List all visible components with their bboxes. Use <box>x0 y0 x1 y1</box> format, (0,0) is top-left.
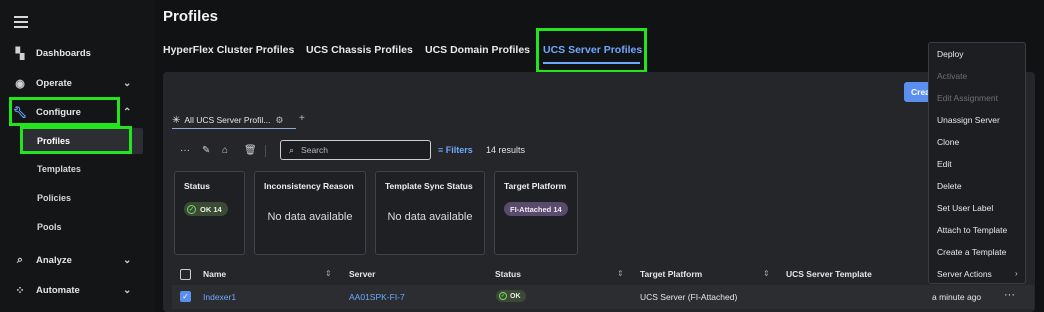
menu-item-clone[interactable]: Clone <box>937 137 959 147</box>
column-header-target-platform[interactable]: Target Platform <box>640 269 702 279</box>
status-badge: ✓ OK <box>496 290 526 302</box>
filters-button[interactable]: ≡ Filters <box>438 145 473 155</box>
row-actions-dropdown: Deploy Activate Edit Assignment Unassign… <box>928 42 1026 284</box>
sidebar-subitem-label: Policies <box>37 193 72 203</box>
menu-item-edit-assignment: Edit Assignment <box>937 93 998 103</box>
view-tab-indicator <box>172 128 296 129</box>
sidebar-subitem-label: Templates <box>37 164 81 174</box>
target-platform-cell: UCS Server (FI-Attached) <box>640 292 738 302</box>
row-checkbox[interactable]: ✓ <box>180 291 191 302</box>
filter-icon: ≡ <box>438 145 446 155</box>
inconsistency-reason-card: Inconsistency Reason No data available <box>254 171 366 255</box>
template-sync-status-card: Template Sync Status No data available <box>375 171 485 255</box>
chevron-down-icon: ⌄ <box>123 254 132 266</box>
automate-icon: ⁘ <box>15 284 25 297</box>
sidebar-item-dashboards[interactable]: ▚ Dashboards <box>0 39 150 67</box>
search-input[interactable]: ⌕ Search <box>280 140 431 160</box>
table-row[interactable] <box>172 285 1034 309</box>
check-circle-icon: ✓ <box>499 292 507 300</box>
no-data-text: No data available <box>267 211 353 223</box>
sidebar-item-label: Operate <box>36 77 72 89</box>
column-header-status[interactable]: Status <box>495 269 521 279</box>
column-header-name[interactable]: Name <box>203 269 226 279</box>
badge-label: OK 14 <box>200 204 222 214</box>
card-title: Status <box>184 181 210 191</box>
page-title: Profiles <box>163 8 219 25</box>
tab-ucs-domain-profiles[interactable]: UCS Domain Profiles <box>425 44 530 56</box>
sidebar-subitem-label: Pools <box>37 222 62 232</box>
chevron-down-icon: ⌄ <box>123 284 132 296</box>
analyze-icon: ⌕ <box>16 253 24 266</box>
menu-item-attach-to-template[interactable]: Attach to Template <box>937 225 1007 235</box>
menu-item-deploy[interactable]: Deploy <box>937 49 963 59</box>
sidebar-item-label: Analyze <box>36 254 72 266</box>
chevron-right-icon: › <box>1015 269 1018 278</box>
sort-icon[interactable]: ⇕ <box>325 269 332 278</box>
target-platform-card[interactable]: Target Platform FI-Attached 14 <box>494 171 578 255</box>
last-update-cell: a minute ago <box>932 292 982 302</box>
sidebar-item-label: Configure <box>36 106 81 118</box>
settings-icon[interactable]: ⚙︎ <box>275 115 283 126</box>
sidebar-item-configure[interactable]: 🔧︎ Configure ⌃ <box>0 98 150 126</box>
column-header-ucs-server-template[interactable]: UCS Server Template <box>786 269 872 279</box>
more-options-icon[interactable]: ··· <box>180 145 190 156</box>
operate-icon: ◉ <box>15 77 25 90</box>
select-all-checkbox[interactable] <box>180 269 191 280</box>
view-tab-all-profiles[interactable]: ✳︎ All UCS Server Profil... ⚙︎ <box>172 112 283 128</box>
sidebar-subitem-label: Profiles <box>37 136 71 146</box>
sidebar-subitem-templates[interactable]: Templates <box>22 156 143 182</box>
status-label: OK <box>510 292 521 300</box>
status-card[interactable]: Status ✓ OK 14 <box>174 171 245 255</box>
fi-attached-badge[interactable]: FI-Attached 14 <box>504 202 568 216</box>
menu-item-unassign-server[interactable]: Unassign Server <box>937 115 1000 125</box>
sidebar-subitem-pools[interactable]: Pools <box>22 214 143 240</box>
profile-name-link[interactable]: Indexer1 <box>203 292 236 302</box>
menu-item-edit[interactable]: Edit <box>937 159 952 169</box>
dashboard-icon: ▚ <box>15 47 25 60</box>
chevron-up-icon: ⌃ <box>123 106 132 118</box>
status-ok-badge[interactable]: ✓ OK 14 <box>184 202 228 216</box>
add-view-icon[interactable]: + <box>299 113 305 124</box>
sort-icon[interactable]: ⇕ <box>763 269 770 278</box>
sidebar-subitem-profiles[interactable]: Profiles <box>22 128 143 154</box>
filters-label: Filters <box>445 145 473 155</box>
tab-hyperflex-cluster-profiles[interactable]: HyperFlex Cluster Profiles <box>163 44 294 56</box>
sidebar-item-analyze[interactable]: ⌕ Analyze ⌄ <box>0 246 150 274</box>
results-count: 14 results <box>486 145 526 155</box>
tab-ucs-server-profiles[interactable]: UCS Server Profiles <box>543 44 642 56</box>
sidebar-subitem-policies[interactable]: Policies <box>22 185 143 211</box>
card-title: Template Sync Status <box>385 181 473 191</box>
card-title: Target Platform <box>504 181 567 191</box>
search-placeholder: Search <box>301 145 328 155</box>
menu-item-activate: Activate <box>937 71 968 81</box>
card-title: Inconsistency Reason <box>264 181 354 191</box>
row-actions-menu-icon[interactable]: ··· <box>1004 289 1015 301</box>
chevron-down-icon: ⌄ <box>123 77 132 89</box>
hamburger-menu-icon[interactable] <box>14 16 28 28</box>
view-tab-label: All UCS Server Profil... <box>184 115 271 125</box>
no-data-text: No data available <box>387 211 473 223</box>
delete-icon[interactable]: 🗑︎ <box>244 145 257 156</box>
menu-item-set-user-label[interactable]: Set User Label <box>937 203 993 213</box>
toolbar-divider <box>265 145 266 157</box>
view-icon: ✳︎ <box>172 114 181 126</box>
menu-item-delete[interactable]: Delete <box>937 181 962 191</box>
menu-item-server-actions[interactable]: Server Actions <box>937 269 992 279</box>
server-link[interactable]: AA01SPK-FI-7 <box>349 292 405 302</box>
sidebar-item-operate[interactable]: ◉ Operate ⌄ <box>0 69 150 97</box>
sidebar: ▚ Dashboards ◉ Operate ⌄ 🔧︎ Configure ⌃ … <box>0 0 155 312</box>
wrench-icon: 🔧︎ <box>13 106 27 119</box>
tab-ucs-chassis-profiles[interactable]: UCS Chassis Profiles <box>306 44 413 56</box>
menu-item-create-template[interactable]: Create a Template <box>937 247 1006 257</box>
sidebar-item-label: Dashboards <box>36 47 91 59</box>
sidebar-item-label: Automate <box>36 284 80 296</box>
active-tab-indicator <box>543 62 640 64</box>
tag-icon[interactable]: ⌂ <box>222 145 228 156</box>
edit-icon[interactable]: ✎ <box>202 145 210 156</box>
sidebar-item-automate[interactable]: ⁘ Automate ⌄ <box>0 276 150 304</box>
search-icon: ⌕ <box>289 144 295 155</box>
check-circle-icon: ✓ <box>187 204 196 214</box>
column-header-server[interactable]: Server <box>349 269 375 279</box>
sort-icon[interactable]: ⇕ <box>617 269 624 278</box>
